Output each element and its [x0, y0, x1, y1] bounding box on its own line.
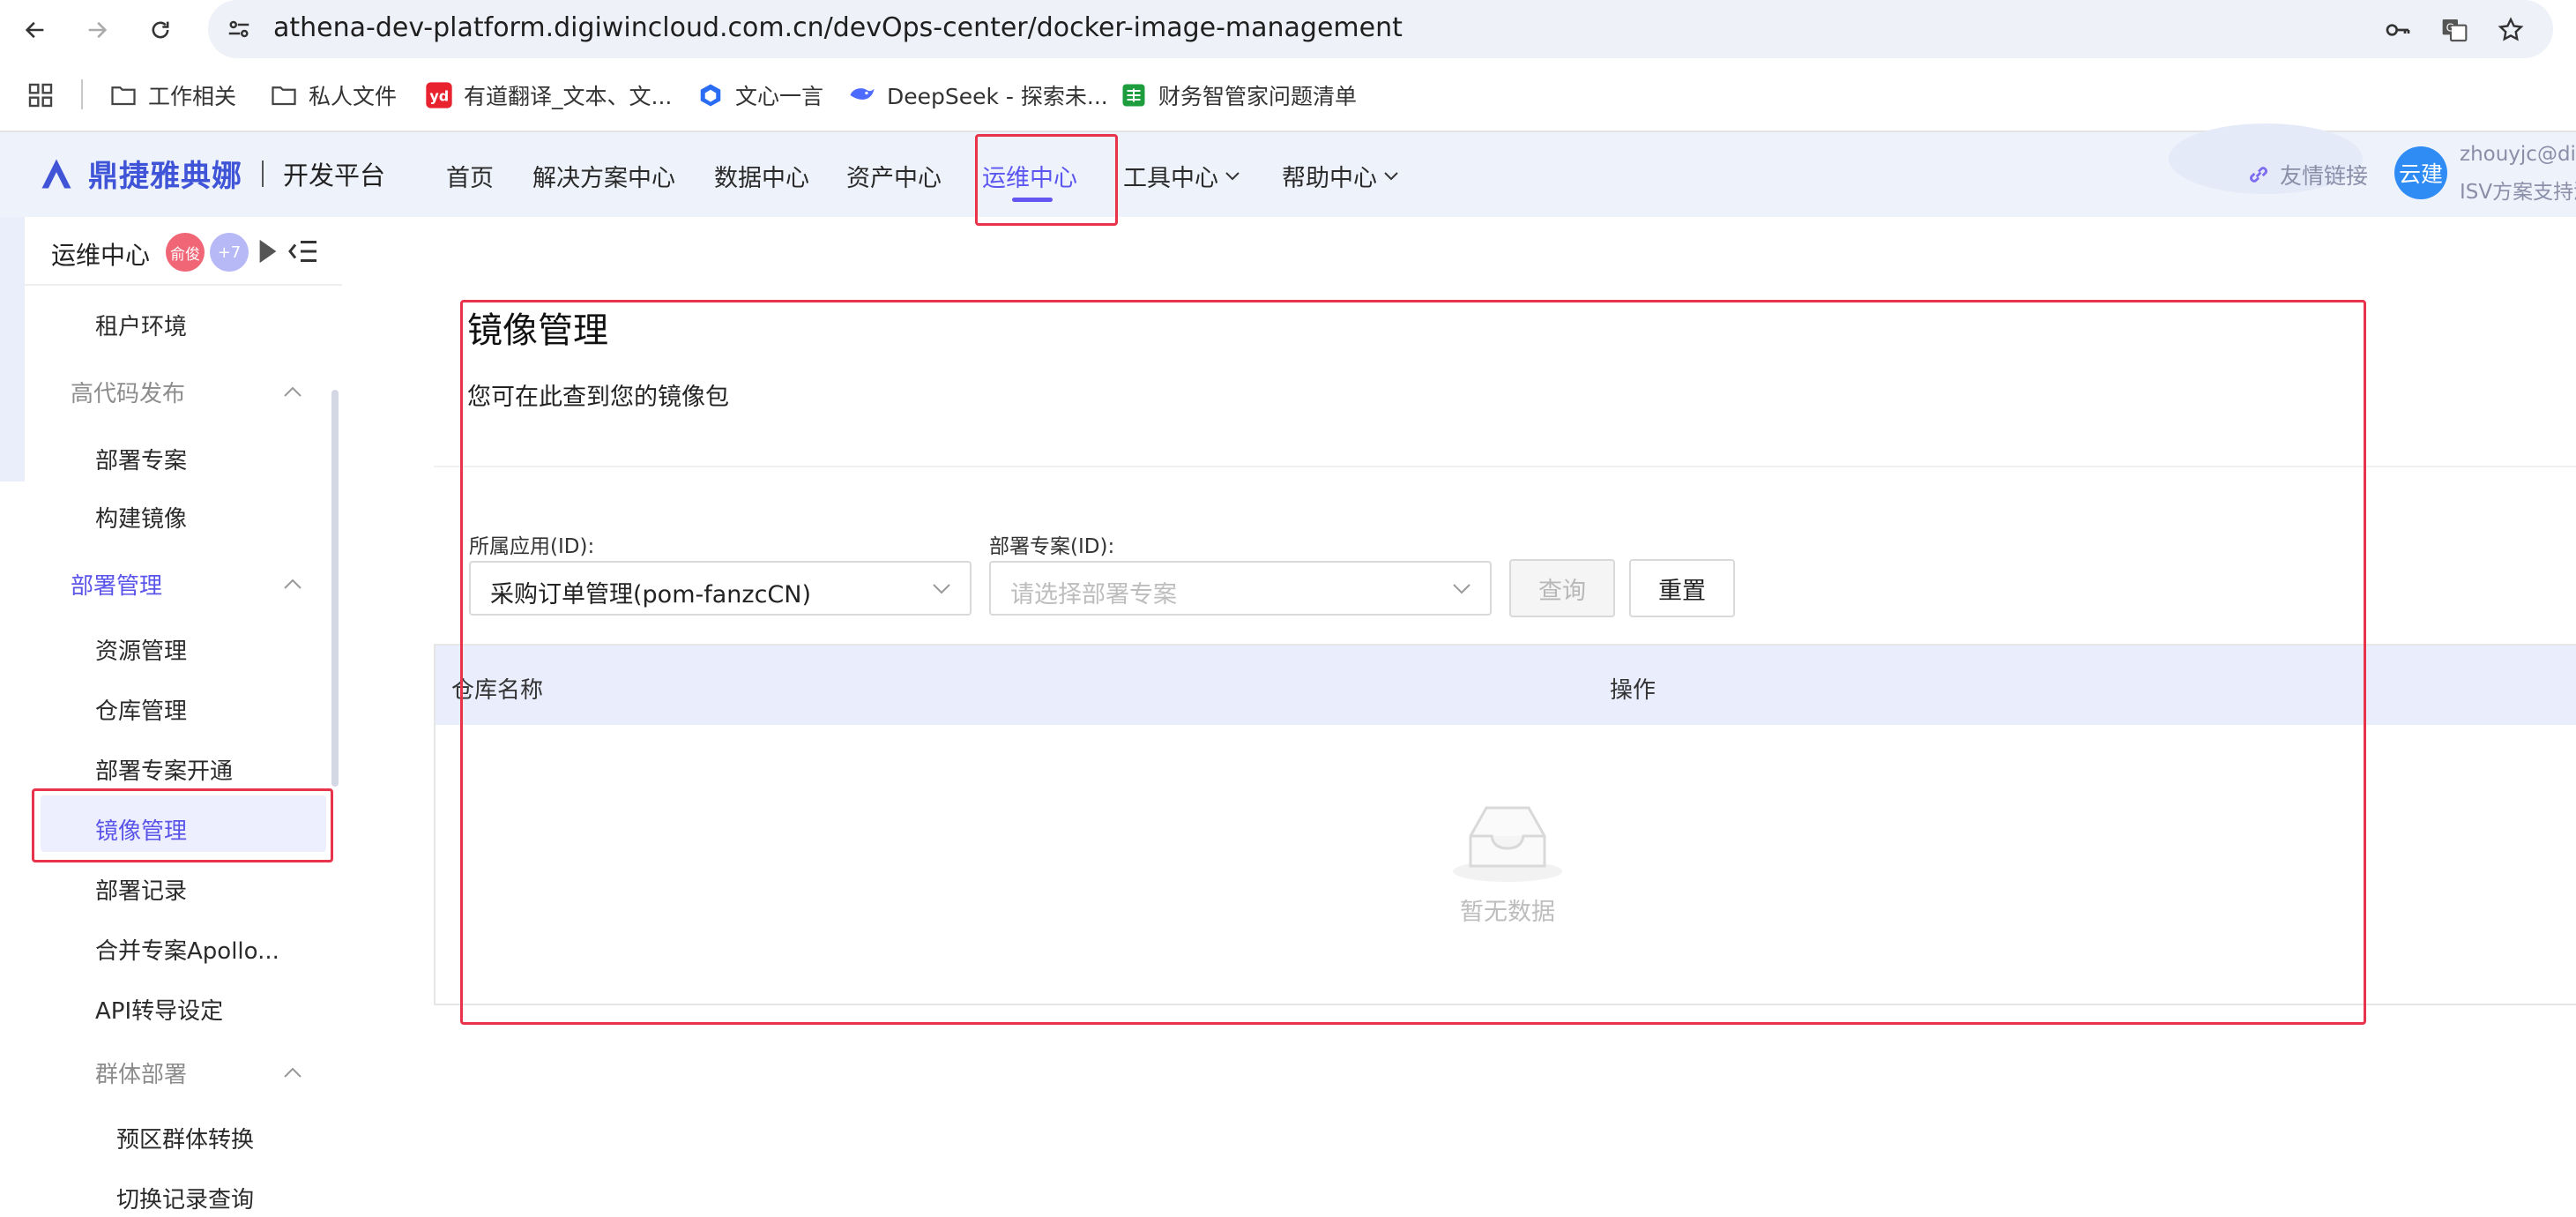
nav-help-center[interactable]: 帮助中心 — [1282, 159, 1400, 193]
url-text[interactable]: athena-dev-platform.digiwincloud.com.cn/… — [273, 12, 1403, 43]
bookmark-private[interactable]: 私人文件 — [270, 76, 397, 115]
brand[interactable]: 鼎捷雅典娜 开发平台 — [37, 152, 385, 195]
forward-icon[interactable] — [79, 12, 115, 48]
chevron-up-icon[interactable] — [282, 385, 303, 399]
bookmark-star-icon[interactable] — [2495, 14, 2527, 46]
wenxin-icon — [696, 81, 725, 109]
sidebar-item-pre-zone-switch[interactable]: 预区群体转换 — [116, 1122, 254, 1154]
sidebar-item-repo-mgmt[interactable]: 仓库管理 — [95, 693, 187, 726]
brand-subtitle: 开发平台 — [283, 160, 386, 190]
bookmark-work[interactable]: 工作相关 — [109, 76, 236, 115]
bookmarks-separator — [81, 79, 83, 109]
svg-text:G: G — [2446, 21, 2454, 34]
highlight-image-mgmt — [32, 788, 333, 862]
friend-link[interactable]: 友情链接 — [2246, 159, 2368, 190]
youdao-icon: yd — [425, 81, 453, 109]
brand-logo-icon — [41, 159, 71, 188]
sidebar-header: 运维中心 俞俊 +7 — [25, 217, 342, 286]
sidebar-backdrop — [0, 217, 25, 482]
brand-separator — [262, 160, 264, 187]
sidebar-item-build-image[interactable]: 构建镜像 — [95, 501, 187, 534]
folder-icon — [270, 81, 298, 109]
bookmark-youdao[interactable]: yd 有道翻译_文本、文... — [425, 76, 672, 115]
nav-data-center[interactable]: 数据中心 — [714, 159, 809, 193]
chevron-down-icon — [1225, 171, 1240, 180]
sidebar: 运维中心 俞俊 +7 租户环境 高代码发布 部署专案 构建镜像 部署管理 资源管… — [25, 217, 342, 1217]
link-icon — [2250, 167, 2267, 183]
back-icon[interactable] — [18, 12, 53, 48]
address-bar[interactable]: athena-dev-platform.digiwincloud.com.cn/… — [208, 0, 2553, 58]
reload-icon[interactable] — [143, 12, 178, 48]
user-badge[interactable]: 俞俊 — [166, 233, 205, 272]
sidebar-item-tenant-env[interactable]: 租户环境 — [95, 309, 187, 341]
nav-solution-center[interactable]: 解决方案中心 — [532, 159, 675, 193]
sidebar-item-merge-apollo[interactable]: 合并专案Apollo... — [95, 933, 279, 966]
bookmark-deepseek[interactable]: DeepSeek - 探索未... — [848, 76, 1108, 115]
sidebar-item-api-forward[interactable]: API转导设定 — [95, 993, 223, 1026]
sidebar-group-high-code[interactable]: 高代码发布 — [71, 376, 185, 408]
sidebar-group-deploy-mgmt[interactable]: 部署管理 — [71, 568, 162, 601]
nav-tool-center[interactable]: 工具中心 — [1123, 159, 1241, 193]
svg-text:yd: yd — [429, 88, 449, 105]
folder-icon — [109, 81, 138, 109]
sidebar-group-group-deploy[interactable]: 群体部署 — [95, 1056, 187, 1089]
brand-name: 鼎捷雅典娜 — [88, 159, 242, 194]
bookmark-wenxin[interactable]: 文心一言 — [696, 76, 823, 115]
password-key-icon[interactable] — [2382, 14, 2414, 46]
chevron-up-icon[interactable] — [282, 1065, 303, 1079]
sidebar-item-deploy-records[interactable]: 部署记录 — [95, 873, 187, 906]
chevron-down-icon — [1384, 171, 1398, 180]
sidebar-item-deploy-project[interactable]: 部署专案 — [95, 443, 187, 475]
play-icon[interactable] — [257, 238, 279, 265]
user-email[interactable]: zhouyjc@dig — [2460, 143, 2576, 166]
more-users-badge[interactable]: +7 — [210, 233, 249, 272]
user-role: ISV方案支持测 — [2460, 181, 2576, 204]
nav-home[interactable]: 首页 — [446, 159, 494, 193]
bookmark-finance-sheet[interactable]: 财务智管家问题清单 — [1120, 76, 1357, 115]
browser-toolbar: athena-dev-platform.digiwincloud.com.cn/… — [0, 0, 2576, 60]
bookmarks-bar: 工作相关 私人文件 yd 有道翻译_文本、文... 文心一言 DeepSeek … — [0, 72, 2576, 118]
highlight-content-area — [460, 300, 2366, 1025]
sidebar-title: 运维中心 — [51, 241, 151, 270]
apps-grid-icon[interactable] — [26, 81, 55, 109]
deepseek-icon — [848, 81, 876, 109]
sheet-icon — [1120, 81, 1148, 109]
collapse-menu-icon[interactable] — [287, 236, 319, 266]
nav-asset-center[interactable]: 资产中心 — [846, 159, 942, 193]
sidebar-scrollbar[interactable] — [331, 390, 339, 787]
highlight-ops-center — [975, 134, 1118, 226]
site-settings-icon[interactable] — [226, 16, 252, 42]
chevron-up-icon[interactable] — [282, 577, 303, 591]
avatar[interactable]: 云建 — [2394, 146, 2447, 199]
sidebar-item-switch-records[interactable]: 切换记录查询 — [116, 1182, 254, 1214]
sidebar-item-resource-mgmt[interactable]: 资源管理 — [95, 633, 187, 666]
translate-icon[interactable]: G — [2438, 14, 2470, 46]
sidebar-item-deploy-activation[interactable]: 部署专案开通 — [95, 753, 233, 786]
